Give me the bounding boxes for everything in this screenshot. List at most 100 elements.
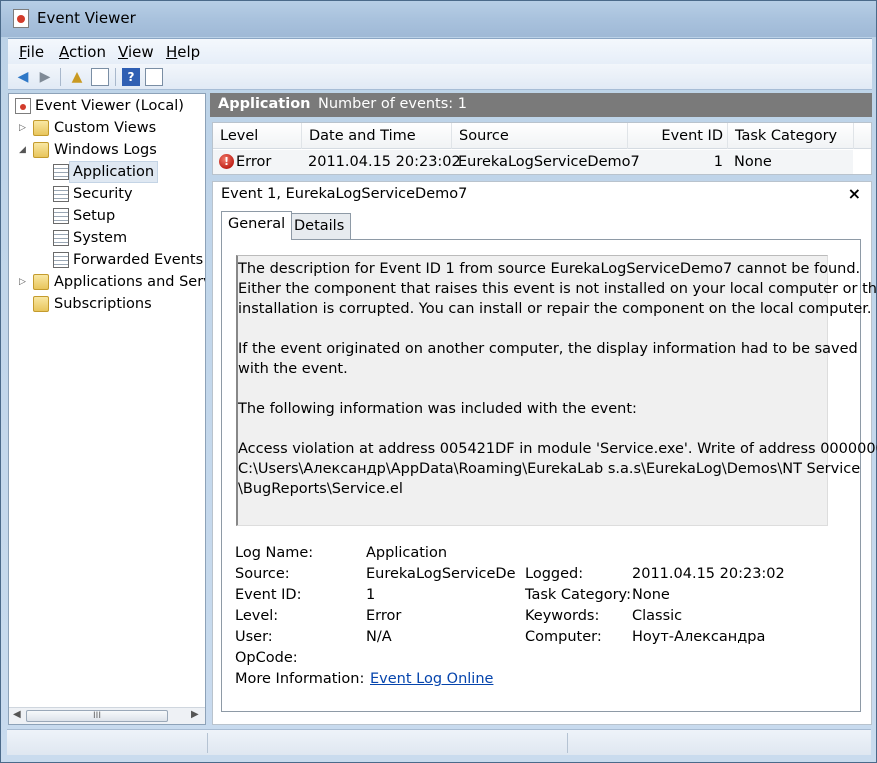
log-icon: [53, 164, 69, 180]
column-header-event-id[interactable]: Event ID: [628, 123, 728, 149]
navigation-tree: Event Viewer (Local) ▷ Custom Views ◢ Wi…: [8, 93, 206, 725]
more-information-label: More Information:: [235, 671, 365, 687]
event-id-value: 1: [366, 587, 376, 603]
tree-item-label: System: [73, 230, 128, 246]
cell-source: EurekaLogServiceDemo7: [458, 154, 640, 170]
description-line: with the event.: [238, 361, 348, 377]
window-title: Event Viewer: [37, 9, 136, 27]
tab-details[interactable]: Details: [287, 213, 352, 239]
show-hide-action-pane-icon[interactable]: [145, 68, 163, 86]
log-icon: [53, 252, 69, 268]
cell-datetime: 2011.04.15 20:23:02: [308, 154, 461, 170]
level-value: Error: [366, 608, 402, 624]
task-category-value: None: [632, 587, 670, 603]
source-value: EurekaLogServiceDem: [366, 566, 516, 582]
event-count: Number of events: 1: [318, 96, 468, 112]
menu-file-rest: ile: [26, 43, 45, 61]
expand-arrow-icon[interactable]: ▷: [19, 118, 29, 138]
menu-view[interactable]: View: [118, 43, 154, 61]
up-folder-icon[interactable]: ▲: [68, 68, 86, 86]
menu-view-rest: iew: [127, 43, 154, 61]
source-label: Source:: [235, 566, 290, 582]
help-icon[interactable]: ?: [122, 68, 140, 86]
close-icon[interactable]: ×: [848, 184, 861, 203]
description-line: If the event originated on another compu…: [238, 341, 858, 357]
event-detail-title: Event 1, EurekaLogServiceDemo7: [221, 186, 468, 202]
cell-task-category: None: [734, 154, 772, 170]
status-separator: [567, 733, 568, 753]
grid-header: Level Date and Time Source Event ID Task…: [213, 123, 871, 149]
tree-item-label: Windows Logs: [54, 142, 157, 158]
error-icon: !: [219, 154, 234, 169]
forward-icon[interactable]: ▶: [36, 68, 54, 86]
tab-general[interactable]: General: [221, 211, 293, 240]
title-bar[interactable]: Event Viewer: [1, 1, 876, 37]
tree-item-application[interactable]: Application: [9, 161, 199, 183]
log-icon: [53, 208, 69, 224]
keywords-label: Keywords:: [525, 608, 600, 624]
folder-icon: [33, 274, 49, 290]
keywords-value: Classic: [632, 608, 683, 624]
computer-value: Ноут-Александра: [632, 629, 766, 645]
tree-item-label: Setup: [73, 208, 116, 224]
toolbar: ◀ ▶ ▲ ?: [8, 64, 872, 90]
tree-item-applications-and-services[interactable]: ▷ Applications and Servi: [19, 272, 205, 292]
subscriptions-icon: [33, 296, 49, 312]
menu-action[interactable]: Action: [59, 43, 106, 61]
opcode-label: OpCode:: [235, 650, 298, 666]
column-header-level[interactable]: Level: [213, 123, 302, 149]
level-label: Level:: [235, 608, 279, 624]
table-row[interactable]: ! Error 2011.04.15 20:23:02 EurekaLogSer…: [213, 150, 853, 174]
column-header-source[interactable]: Source: [452, 123, 628, 149]
scrollbar-thumb[interactable]: III: [26, 710, 168, 722]
user-label: User:: [235, 629, 273, 645]
menu-view-accel: V: [118, 43, 128, 61]
log-name-value: Application: [366, 545, 448, 561]
column-header-task-category[interactable]: Task Category: [728, 123, 854, 149]
menu-file[interactable]: File: [19, 43, 44, 61]
log-icon: [53, 186, 69, 202]
menu-action-accel: A: [59, 43, 69, 61]
task-category-label: Task Category:: [525, 587, 631, 603]
log-icon: [53, 230, 69, 246]
cell-level: Error: [236, 154, 272, 170]
folder-icon: [33, 142, 49, 158]
description-line: The description for Event ID 1 from sour…: [238, 261, 861, 277]
event-viewer-icon: [15, 98, 31, 114]
description-line: \BugReports\Service.el: [238, 481, 403, 497]
collapse-arrow-icon[interactable]: ◢: [19, 140, 29, 160]
tree-horizontal-scrollbar[interactable]: ◀ III ▶: [9, 707, 205, 724]
folder-icon: [33, 120, 49, 136]
toolbar-separator: [60, 68, 61, 86]
cell-event-id: 1: [713, 154, 723, 170]
description-line: The following information was included w…: [238, 401, 637, 417]
tree-item-label: Applications and Servi: [54, 274, 205, 290]
scroll-left-icon[interactable]: ◀: [13, 709, 21, 720]
menu-action-rest: ction: [69, 43, 106, 61]
event-viewer-app-icon: [13, 9, 29, 28]
toolbar-separator: [115, 68, 116, 86]
status-bar: [7, 729, 871, 755]
tree-item-label: Application: [69, 161, 159, 183]
event-log-online-link[interactable]: Event Log Online: [370, 669, 493, 689]
log-name-title: Application: [218, 96, 311, 112]
scroll-right-icon[interactable]: ▶: [191, 709, 199, 720]
log-name-label: Log Name:: [235, 545, 314, 561]
description-line: C:\Users\Александр\AppData\Roaming\Eurek…: [238, 461, 861, 477]
show-hide-tree-icon[interactable]: [91, 68, 109, 86]
menu-help-accel: H: [166, 43, 178, 61]
expand-arrow-icon[interactable]: ▷: [19, 272, 29, 292]
menu-help[interactable]: Help: [166, 43, 200, 61]
event-id-label: Event ID:: [235, 587, 302, 603]
back-icon[interactable]: ◀: [14, 68, 32, 86]
log-header-bar: Application Number of events: 1: [210, 93, 872, 117]
logged-value: 2011.04.15 20:23:02: [632, 566, 785, 582]
tree-item-label: Forwarded Events: [73, 252, 204, 268]
description-line: installation is corrupted. You can insta…: [238, 301, 872, 317]
description-line: Access violation at address 005421DF in …: [238, 441, 877, 457]
computer-label: Computer:: [525, 629, 602, 645]
menu-bar: File Action View Help: [8, 38, 872, 64]
tree-item-label: Custom Views: [54, 120, 157, 136]
menu-help-rest: elp: [177, 43, 201, 61]
column-header-date-and-time[interactable]: Date and Time: [302, 123, 452, 149]
